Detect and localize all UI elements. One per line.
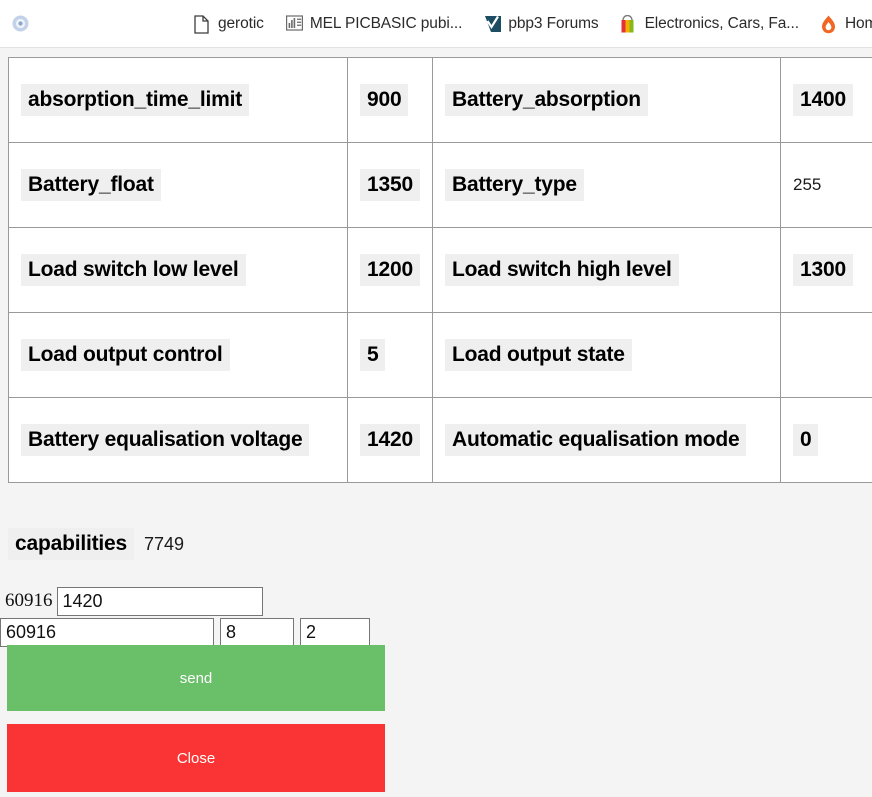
setting-name-label: Load switch high level [445,254,679,286]
form-row-value: 60916 [0,586,385,616]
bookmark-mel-picbasic[interactable]: MEL PICBASIC pubi... [278,12,471,37]
setting-value-cell: 900 [348,58,433,143]
setting-value: 900 [360,84,408,116]
list-text-icon [286,15,303,34]
setting-name-cell: absorption_time_limit [9,58,348,143]
setting-value: 1400 [793,84,853,116]
table-row: Battery equalisation voltage 1420 Automa… [9,398,872,483]
setting-value-cell: 0 [781,398,872,483]
setting-value-cell: 1300 [781,228,872,313]
bookmarks-bar: gerotic MEL PICBASIC pubi... pbp3 Forums [0,0,872,48]
register-form: 60916 [0,586,385,647]
settings-table: absorption_time_limit 900 Battery_absorp… [8,57,872,483]
setting-value: 1200 [360,254,420,286]
blue-checkmark-icon [484,15,501,34]
setting-name-label: Battery equalisation voltage [21,424,309,456]
setting-value: 1420 [360,424,420,456]
setting-name-cell: Battery equalisation voltage [9,398,348,483]
setting-value-cell: 1400 [781,58,872,143]
setting-name-cell: Load output state [433,313,781,398]
setting-name-label: Load switch low level [21,254,246,286]
bookmark-electronics-cars[interactable]: Electronics, Cars, Fa... [613,12,807,37]
register-address-input[interactable] [0,618,214,647]
setting-name-label: Load output state [445,339,632,371]
setting-value-cell: 1200 [348,228,433,313]
setting-value: 255 [793,175,821,194]
setting-value: 5 [360,339,385,371]
capabilities-row: capabilities 7749 [8,528,184,560]
value-input[interactable] [57,587,263,616]
setting-name-cell: Load output control [9,313,348,398]
capabilities-label: capabilities [8,528,134,560]
length-input[interactable] [220,618,294,647]
setting-value: 0 [793,424,818,456]
bookmark-gerotic[interactable]: gerotic [186,12,272,37]
setting-name-label: Automatic equalisation mode [445,424,746,456]
bookmark-label: pbp3 Forums [508,15,598,33]
setting-name-label: Load output control [21,339,230,371]
close-button[interactable]: Close [7,724,385,792]
table-row: Battery_float 1350 Battery_type 255 [9,143,872,228]
send-button[interactable]: send [7,645,385,711]
bookmark-home[interactable]: Home [813,12,872,37]
register-id-label: 60916 [0,590,57,612]
setting-value-cell: 255 [781,143,872,228]
table-row: Load switch low level 1200 Load switch h… [9,228,872,313]
bookmark-label: Electronics, Cars, Fa... [645,15,799,33]
setting-name-cell: Load switch low level [9,228,348,313]
orange-flame-icon [821,15,838,34]
setting-name-label: Battery_float [21,169,161,201]
browser-profile-icon[interactable] [12,15,29,34]
form-row-register [0,617,385,647]
setting-value-cell: 1420 [348,398,433,483]
setting-value-cell-empty [781,313,872,398]
setting-value-cell: 1350 [348,143,433,228]
setting-name-label: absorption_time_limit [21,84,249,116]
bookmark-label: gerotic [218,15,264,33]
slave-id-input[interactable] [300,618,370,647]
settings-table-body: absorption_time_limit 900 Battery_absorp… [9,58,872,483]
setting-name-cell: Battery_absorption [433,58,781,143]
capabilities-value: 7749 [144,534,184,555]
shopping-bag-icon [621,15,638,34]
setting-value: 1300 [793,254,853,286]
bookmark-pbp3-forums[interactable]: pbp3 Forums [476,12,606,37]
page-document-icon [194,15,211,34]
setting-name-cell: Battery_type [433,143,781,228]
bookmark-label: MEL PICBASIC pubi... [310,15,463,33]
setting-name-cell: Load switch high level [433,228,781,313]
setting-name-cell: Automatic equalisation mode [433,398,781,483]
table-row: absorption_time_limit 900 Battery_absorp… [9,58,872,143]
bookmark-label: Home [845,15,872,33]
setting-value-cell: 5 [348,313,433,398]
setting-value: 1350 [360,169,420,201]
setting-name-cell: Battery_float [9,143,348,228]
table-row: Load output control 5 Load output state [9,313,872,398]
bookmarks-bar-leading [0,15,186,34]
setting-name-label: Battery_absorption [445,84,648,116]
setting-name-label: Battery_type [445,169,584,201]
